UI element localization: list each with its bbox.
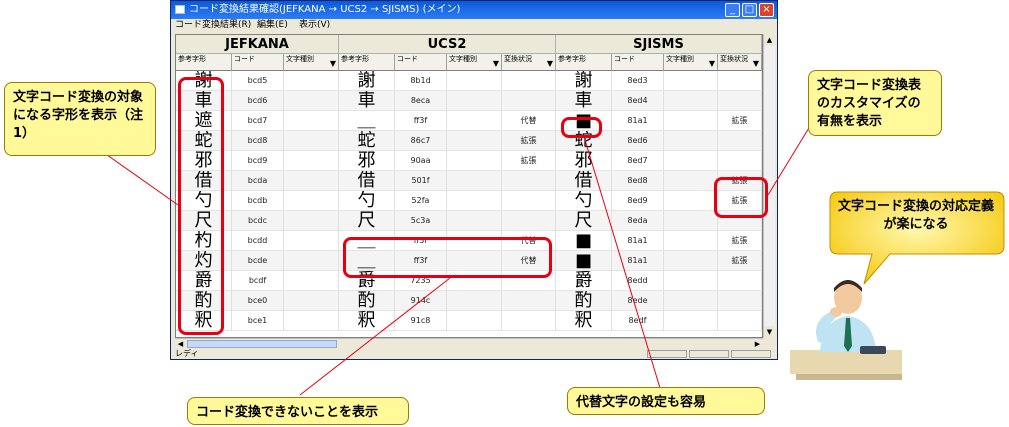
callout-glyph-display: 文字コード変換の対象になる字形を表示（注1） — [4, 82, 156, 156]
bubble-text: 文字コード変換の対応定義が楽になる — [838, 199, 995, 232]
hand — [830, 307, 842, 317]
person-illustration — [790, 280, 902, 380]
callout-substitute: 代替文字の設定も容易 — [567, 387, 765, 415]
connector-bottom-right — [584, 139, 661, 389]
callout-unconvertible: コード変換できないことを表示 — [187, 397, 409, 425]
connector-bottom-left — [299, 277, 451, 396]
notebook-icon — [860, 346, 886, 354]
connector-left — [99, 149, 179, 206]
desk-edge — [796, 374, 902, 380]
callout-customization: 文字コード変換表のカスタマイズの有無を表示 — [808, 70, 942, 136]
